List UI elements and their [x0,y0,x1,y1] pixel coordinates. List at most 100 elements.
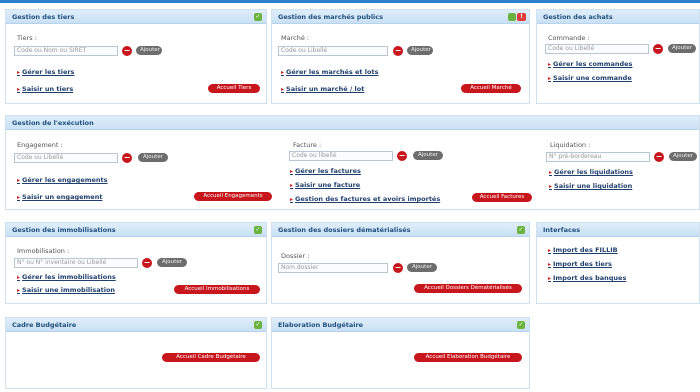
marche-home-button[interactable]: Accueil Marché [461,84,521,93]
check-icon: ✓ [254,226,262,234]
top-accent-bar [0,0,700,3]
link-new-tiers[interactable]: ▸ Saisir un tiers [17,85,73,93]
commande-add-button[interactable]: Ajouter [668,44,696,53]
panel-tiers-header: Gestion des tiers ✓ [6,10,266,24]
arrow-icon: ▸ [548,261,552,268]
arrow-icon: ▸ [281,86,285,93]
marche-field-label: Marché : [281,34,310,42]
immobilisation-add-button[interactable]: Ajouter [157,258,187,267]
arrow-icon: ▸ [290,168,294,175]
link-manage-immobilisations[interactable]: ▸ Gérer les immobilisations [17,273,116,281]
panel-title: Interfaces [543,226,581,234]
dossier-search-input[interactable]: Nom dossier [278,263,388,273]
arrow-icon: ▸ [549,183,553,190]
link-new-liquidation[interactable]: ▸ Saisir une liquidation [549,182,632,190]
tiers-add-button[interactable]: Ajouter [136,46,162,55]
arrow-icon: ▸ [17,177,21,184]
panel-immobilisations-header: Gestion des immobilisations ✓ [6,223,266,237]
dossier-home-button[interactable]: Accueil Dossiers Dématérialisés [414,284,522,293]
immobilisation-field-label: Immobilisation : [17,247,70,255]
link-manage-marches[interactable]: ▸ Gérer les marchés et lots [281,68,378,76]
clear-icon[interactable]: − [397,151,407,161]
immobilisation-search-input[interactable]: N° ou N° inventaire ou Libellé [14,258,138,268]
dossier-field-label: Dossier : [281,252,310,260]
panel-title: Gestion des achats [543,13,613,21]
facture-search-input[interactable]: Code ou libellé [289,151,393,161]
panel-execution: Gestion de l'exécution Engagement : Code… [5,115,700,210]
link-manage-liquidations[interactable]: ▸ Gérer les liquidations [549,168,633,176]
link-manage-commandes[interactable]: ▸ Gérer les commandes [548,60,632,68]
panel-achats: Gestion des achats Commande : Code ou Li… [536,9,700,104]
facture-home-button[interactable]: Accueil Factures [472,193,532,202]
panel-title: Gestion des dossiers dématérialisés [278,226,411,234]
arrow-icon: ▸ [548,61,552,68]
arrow-icon: ▸ [290,182,294,189]
panel-title: Gestion de l'exécution [12,119,94,127]
dossier-add-button[interactable]: Ajouter [407,263,437,272]
liquidation-field-label: Liquidation : [550,141,591,149]
arrow-icon: ▸ [549,169,553,176]
marche-search-input[interactable]: Code ou Libellé [278,46,388,56]
link-new-commande[interactable]: ▸ Saisir une commande [548,74,632,82]
clear-icon[interactable]: − [653,44,663,54]
clear-icon[interactable]: − [654,152,664,162]
check-icon: ✓ [517,226,525,234]
link-new-facture[interactable]: ▸ Saisir une facture [290,181,360,189]
panel-elaboration: Elaboration Budgétaire ✓ Accueil Elabora… [271,317,530,389]
commande-search-input[interactable]: Code ou Libellé [545,44,649,54]
link-import-tiers[interactable]: ▸ Import des tiers [548,260,612,268]
arrow-icon: ▸ [17,274,21,281]
link-import-banques[interactable]: ▸ Import des banques [548,274,626,282]
link-import-fillib[interactable]: ▸ Import des FILLIB [548,246,618,254]
panel-dossiers: Gestion des dossiers dématérialisés ✓ Do… [271,222,530,304]
panel-execution-header: Gestion de l'exécution [6,116,699,130]
panel-title: Gestion des tiers [12,13,75,21]
link-manage-engagements[interactable]: ▸ Gérer les engagements [17,176,108,184]
elaboration-home-button[interactable]: Accueil Elaboration Budgétaire [414,353,522,362]
cadre-home-button[interactable]: Accueil Cadre Budgétaire [162,353,260,362]
clear-icon[interactable]: − [393,263,403,273]
panel-title: Gestion des marchés publics [278,13,383,21]
marche-add-button[interactable]: Ajouter [407,46,433,55]
facture-add-button[interactable]: Ajouter [413,151,443,160]
panel-achats-header: Gestion des achats [537,10,699,24]
panel-marches-header: Gestion des marchés publics ! [272,10,529,24]
link-imported-factures[interactable]: ▸ Gestion des factures et avoirs importés [290,195,440,203]
liquidation-search-input[interactable]: N° pré-bordereau [546,152,650,162]
clear-icon[interactable]: − [393,46,403,56]
panel-marches: Gestion des marchés publics ! Marché : C… [271,9,530,104]
tiers-home-button[interactable]: Accueil Tiers [208,84,260,93]
liquidation-add-button[interactable]: Ajouter [669,152,697,161]
panel-interfaces-header: Interfaces [537,223,699,237]
tiers-field-label: Tiers : [17,34,37,42]
engagement-field-label: Engagement : [17,141,63,149]
link-new-marche[interactable]: ▸ Saisir un marché / lot [281,85,364,93]
arrow-icon: ▸ [17,287,21,294]
arrow-icon: ▸ [548,247,552,254]
status-icon [508,13,516,21]
panel-title: Cadre Budgétaire [12,321,77,329]
engagement-home-button[interactable]: Accueil Engagements [194,192,272,201]
panel-title: Gestion des immobilisations [12,226,116,234]
commande-field-label: Commande : [548,34,590,42]
arrow-icon: ▸ [17,86,21,93]
panel-title: Elaboration Budgétaire [278,321,364,329]
panel-dossiers-header: Gestion des dossiers dématérialisés ✓ [272,223,529,237]
arrow-icon: ▸ [281,69,285,76]
clear-icon[interactable]: − [142,258,152,268]
panel-tiers: Gestion des tiers ✓ Tiers : Code ou Nom … [5,9,267,104]
panel-interfaces: Interfaces ▸ Import des FILLIB ▸ Import de… [536,222,700,304]
engagement-search-input[interactable]: Code ou Libellé [14,153,118,163]
panel-elaboration-header: Elaboration Budgétaire ✓ [272,318,529,332]
link-manage-factures[interactable]: ▸ Gérer les factures [290,167,361,175]
arrow-icon: ▸ [17,69,21,76]
link-new-immobilisation[interactable]: ▸ Saisir une immobilisation [17,286,115,294]
engagement-add-button[interactable]: Ajouter [138,153,168,162]
link-manage-tiers[interactable]: ▸ Gérer les tiers [17,68,74,76]
immobilisation-home-button[interactable]: Accueil Immobilisations [174,285,260,294]
tiers-search-input[interactable]: Code ou Nom ou SIRET [14,46,118,56]
clear-icon[interactable]: − [122,46,132,56]
clear-icon[interactable]: − [122,153,132,163]
check-icon: ✓ [254,321,262,329]
link-new-engagement[interactable]: ▸ Saisir un engagement [17,193,102,201]
